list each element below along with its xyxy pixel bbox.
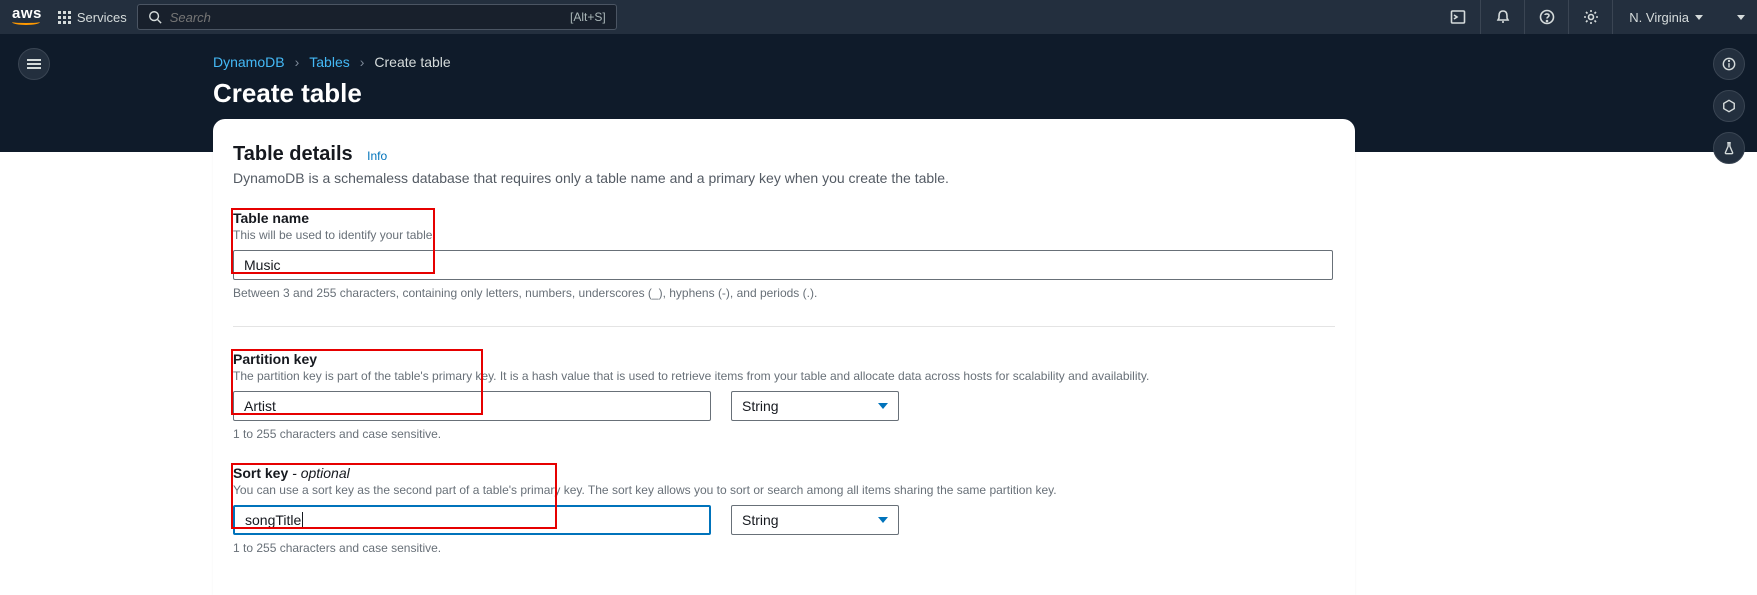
hamburger-icon — [27, 59, 41, 69]
page-title: Create table — [213, 78, 451, 109]
side-nav-toggle[interactable] — [18, 48, 50, 80]
sort-key-label-text: Sort key — [233, 465, 288, 481]
sort-key-section: Sort key - optional You can use a sort k… — [233, 465, 1335, 555]
breadcrumb: DynamoDB › Tables › Create table — [213, 54, 451, 70]
gear-icon — [1583, 9, 1599, 25]
hexagon-icon — [1722, 99, 1736, 113]
services-grid-icon — [58, 11, 71, 24]
sort-key-type-select[interactable]: String — [731, 505, 899, 535]
aws-logo-text: aws — [12, 9, 42, 20]
settings-button[interactable] — [1568, 0, 1612, 34]
partition-key-input[interactable] — [233, 391, 711, 421]
flask-icon — [1722, 141, 1736, 155]
breadcrumb-current: Create table — [374, 54, 450, 70]
search-bar[interactable]: [Alt+S] — [137, 4, 617, 30]
partition-key-sublabel: The partition key is part of the table's… — [233, 369, 1335, 383]
table-name-hint: Between 3 and 255 characters, containing… — [233, 286, 1335, 300]
help-button[interactable] — [1524, 0, 1568, 34]
panel-description: DynamoDB is a schemaless database that r… — [233, 170, 1335, 186]
services-menu[interactable]: Services — [58, 10, 127, 25]
divider — [233, 326, 1335, 327]
breadcrumb-tables[interactable]: Tables — [309, 54, 349, 70]
caret-down-icon — [1695, 15, 1703, 20]
aws-smile-icon — [12, 19, 40, 25]
account-menu[interactable] — [1737, 15, 1745, 20]
panel-heading: Table details — [233, 143, 353, 166]
top-nav: aws Services [Alt+S] — [0, 0, 1757, 34]
table-details-panel: Table details Info DynamoDB is a schemal… — [213, 119, 1355, 595]
text-cursor — [302, 512, 303, 528]
partition-key-label: Partition key — [233, 351, 1335, 367]
sort-key-input[interactable]: songTitle — [233, 505, 711, 535]
breadcrumb-area: DynamoDB › Tables › Create table Create … — [213, 54, 451, 109]
services-label: Services — [77, 10, 127, 25]
info-circle-icon — [1722, 57, 1736, 71]
partition-key-section: Partition key The partition key is part … — [233, 351, 1335, 441]
partition-key-type-select[interactable]: String — [731, 391, 899, 421]
aws-logo[interactable]: aws — [12, 9, 42, 26]
cloudshell-button[interactable] — [1436, 0, 1480, 34]
table-name-section: Table name This will be used to identify… — [233, 210, 1335, 300]
nav-icons: N. Virginia — [1436, 0, 1719, 34]
table-name-input[interactable] — [233, 250, 1333, 280]
sort-key-label: Sort key - optional — [233, 465, 1335, 481]
notifications-button[interactable] — [1480, 0, 1524, 34]
table-name-label: Table name — [233, 210, 1335, 226]
sort-key-hint: 1 to 255 characters and case sensitive. — [233, 541, 1335, 555]
sort-key-optional: - optional — [288, 465, 349, 481]
search-shortcut: [Alt+S] — [570, 10, 606, 24]
chevron-right-icon: › — [360, 54, 365, 70]
cloudshell-icon — [1450, 9, 1466, 25]
table-name-sublabel: This will be used to identify your table… — [233, 228, 1335, 242]
sort-key-type-value: String — [742, 512, 779, 528]
sort-key-sublabel: You can use a sort key as the second par… — [233, 483, 1335, 497]
caret-down-icon — [878, 403, 888, 409]
sort-key-input-value: songTitle — [245, 512, 301, 528]
partition-key-type-value: String — [742, 398, 779, 414]
help-icon — [1539, 9, 1555, 25]
region-label: N. Virginia — [1629, 10, 1689, 25]
info-panel-button[interactable] — [1713, 48, 1745, 80]
partition-key-hint: 1 to 255 characters and case sensitive. — [233, 427, 1335, 441]
caret-down-icon — [878, 517, 888, 523]
breadcrumb-dynamodb[interactable]: DynamoDB — [213, 54, 285, 70]
right-tool-rail — [1713, 48, 1745, 164]
search-input[interactable] — [170, 10, 348, 25]
experiments-button[interactable] — [1713, 132, 1745, 164]
chevron-right-icon: › — [295, 54, 300, 70]
region-selector[interactable]: N. Virginia — [1612, 0, 1719, 34]
search-icon — [148, 10, 162, 24]
info-link[interactable]: Info — [367, 149, 387, 163]
security-panel-button[interactable] — [1713, 90, 1745, 122]
bell-icon — [1495, 9, 1511, 25]
